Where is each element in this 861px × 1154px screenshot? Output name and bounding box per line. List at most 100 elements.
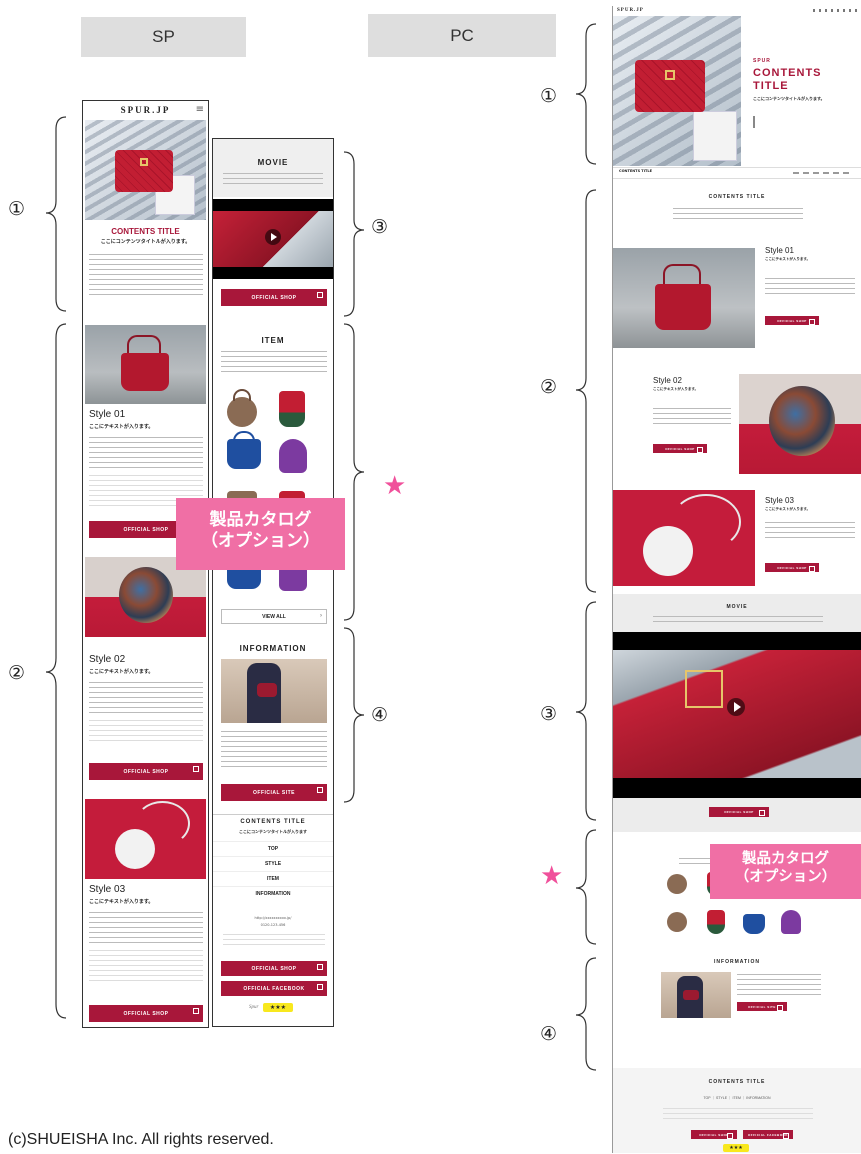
- pc-style01-sub: ここにテキストが入ります。: [765, 257, 811, 261]
- pc-style03-image: [613, 490, 755, 586]
- sp-footer-title: CONTENTS TITLE: [240, 819, 306, 825]
- pc-nav-left: CONTENTS TITLE: [619, 169, 653, 173]
- tab-pc[interactable]: PC: [368, 14, 556, 57]
- pc-style02-sub: ここにテキストが入ります。: [653, 387, 699, 391]
- item-4[interactable]: [279, 439, 307, 473]
- brace-four-sp: [343, 627, 365, 803]
- pc-section-title: CONTENTS TITLE: [708, 194, 766, 200]
- brace-one-sp: [45, 116, 67, 312]
- sp-style03-image: [85, 799, 206, 879]
- sp-info-heading: INFORMATION: [239, 644, 307, 653]
- sp-footer-facebook-button[interactable]: OFFICIAL FACEBOOK: [221, 981, 327, 996]
- sp-contents-title: CONTENTS TITLE: [111, 227, 180, 236]
- pc-style03-text: [765, 522, 855, 542]
- marker-one-sp: ①: [8, 198, 26, 220]
- brace-two-sp: [45, 323, 67, 1019]
- sp-style02-button[interactable]: OFFICIAL SHOP: [89, 763, 203, 780]
- sp-footer-url[interactable]: http://xxxxxxxxxx.jp/: [213, 916, 333, 920]
- pc-style01-title: Style 01: [765, 246, 794, 255]
- pc-nav-links[interactable]: [793, 172, 853, 174]
- sp-movie-video[interactable]: [213, 199, 333, 279]
- pc-movie-video[interactable]: [613, 632, 861, 798]
- sp-hero-image: [85, 120, 206, 220]
- pc-item-6[interactable]: [707, 910, 725, 934]
- pc-style01-image: [613, 248, 755, 348]
- tab-sp[interactable]: SP: [81, 17, 246, 57]
- chevron-right-icon: ›: [320, 613, 322, 619]
- catalog-callout-line1: 製品カタログ: [209, 510, 312, 530]
- sp-header: SPUR.JP ≡: [83, 101, 208, 119]
- sp-nav-top[interactable]: TOP: [213, 841, 333, 854]
- pc-footer-shop-button[interactable]: OFFICIAL SHOP: [691, 1130, 737, 1139]
- pc-footer-note: [663, 1108, 813, 1120]
- pc-footer-nav[interactable]: TOP ｜ STYLE ｜ ITEM ｜ INFORMATION: [613, 1096, 861, 1101]
- pc-info-heading: INFORMATION: [714, 959, 760, 965]
- pc-hero-title-1: CONTENTS: [753, 67, 822, 79]
- sp-nav-information[interactable]: INFORMATION: [213, 886, 333, 899]
- sp-nav-style[interactable]: STYLE: [213, 856, 333, 869]
- sp-nav-item[interactable]: ITEM: [213, 871, 333, 884]
- brace-star-pc: [575, 829, 597, 945]
- pc-item-8[interactable]: [781, 910, 801, 934]
- sp-style01-title: Style 01: [89, 409, 126, 420]
- sp-style03-text: [89, 912, 203, 946]
- sp-style03-note: [89, 950, 203, 984]
- sp-contents-sub: ここにコンテンツタイトルが入ります。: [100, 239, 191, 245]
- menu-icon[interactable]: ≡: [196, 104, 204, 115]
- item-3[interactable]: [227, 439, 261, 469]
- sp-info-button[interactable]: OFFICIAL SITE: [221, 784, 327, 801]
- pc-movie-heading: MOVIE: [726, 604, 748, 610]
- pc-style03-sub: ここにテキストが入ります。: [765, 507, 811, 511]
- pc-footer-facebook-button[interactable]: OFFICIAL FACEBOOK: [743, 1130, 793, 1139]
- marker-four-pc: ④: [540, 1023, 558, 1045]
- sp-style03-title: Style 03: [89, 884, 126, 895]
- sp-intro-text: [89, 254, 203, 298]
- sp-style03-button[interactable]: OFFICIAL SHOP: [89, 1005, 203, 1022]
- pc-style02-button[interactable]: OFFICIAL SHOP: [653, 444, 707, 453]
- sp-movie-button[interactable]: OFFICIAL SHOP: [221, 289, 327, 306]
- star-icon-sp: ★: [383, 471, 407, 501]
- pc-info-button[interactable]: OFFICIAL SITE: [737, 1002, 787, 1011]
- pc-style03-title: Style 03: [765, 496, 794, 505]
- sp-style01-sub: ここにテキストが入ります。: [89, 424, 154, 430]
- sp-style02-text: [89, 682, 203, 716]
- brace-one-pc: [575, 23, 597, 165]
- star-icon-pc: ★: [540, 861, 564, 891]
- pc-style01-text: [765, 278, 855, 298]
- pc-social-icons[interactable]: [813, 9, 857, 12]
- sp-footer-shop-button[interactable]: OFFICIAL SHOP: [221, 961, 327, 976]
- sp-style02-note: [89, 720, 203, 744]
- pc-item-7[interactable]: [743, 914, 765, 934]
- item-2[interactable]: [279, 391, 305, 427]
- pc-hero-image: [613, 16, 741, 166]
- pc-movie-button[interactable]: OFFICIAL SHOP: [709, 807, 769, 817]
- view-all-button[interactable]: VIEW ALL ›: [221, 609, 327, 624]
- brace-star-sp: [343, 323, 365, 621]
- sp-info-text: [221, 731, 327, 771]
- pc-section-text: [673, 208, 803, 222]
- catalog-callout-sp: 製品カタログ （オプション）: [176, 498, 345, 570]
- sp-logo[interactable]: SPUR.JP: [121, 105, 171, 115]
- sp-item-text: [221, 351, 327, 375]
- marker-three-sp: ③: [371, 216, 389, 238]
- pc-rating-stars-icon: ★★★: [723, 1144, 749, 1152]
- pc-hero-kicker: SPUR: [753, 58, 771, 64]
- pc-logo[interactable]: SPUR.JP: [617, 8, 644, 13]
- pc-style02-title: Style 02: [653, 376, 682, 385]
- pc-item-5[interactable]: [667, 912, 687, 932]
- pc-footer-title: CONTENTS TITLE: [708, 1079, 766, 1085]
- pc-style01-button[interactable]: OFFICIAL SHOP: [765, 316, 819, 325]
- pc-hero-title-2: TITLE: [753, 80, 789, 92]
- sp-footer-tel: 0120-123-456: [260, 923, 286, 927]
- copyright-text: (c)SHUEISHA Inc. All rights reserved.: [8, 1131, 274, 1148]
- pc-info-text: [737, 974, 821, 996]
- pc-item-1[interactable]: [667, 874, 687, 894]
- pc-page: SPUR.JP SPUR CONTENTS TITLE ここにコンテンツタイトル…: [612, 6, 861, 1153]
- item-1[interactable]: [227, 397, 257, 427]
- sp-footer-note: [223, 934, 325, 948]
- brace-four-pc: [575, 957, 597, 1071]
- pc-movie-text: [653, 616, 823, 624]
- pc-style03-button[interactable]: OFFICIAL SHOP: [765, 563, 819, 572]
- sp-item-heading: ITEM: [261, 336, 285, 345]
- marker-four-sp: ④: [371, 704, 389, 726]
